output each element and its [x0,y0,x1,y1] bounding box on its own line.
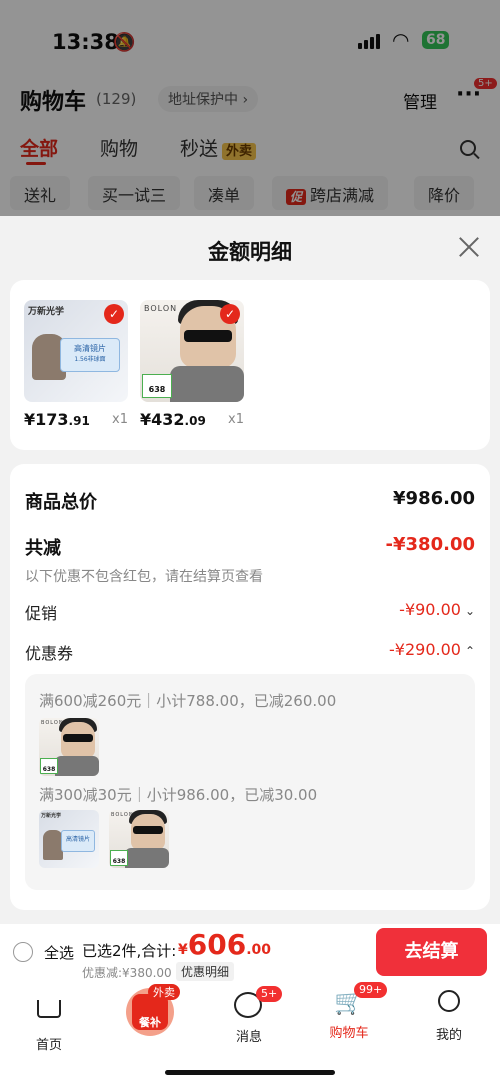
coupon-line: 满300减30元｜小计986.00，已减30.00 [39,786,318,804]
selected-check-icon[interactable]: ✓ [220,304,240,324]
more-badge: 5+ [474,78,497,89]
product-thumbnail: BOLON 638 [109,810,169,868]
product-price: ¥432.09 [140,410,206,429]
filter-chips: 送礼 买一试三 凑单 促跨店满减 降价 [10,176,500,212]
brand-logo: BOLON [144,304,178,313]
coupon-value: -¥290.00 [389,640,461,659]
status-bar: 13:38 🔕 ◠ 68 [0,22,500,62]
price-tag: 638 [142,374,172,398]
promo-tag: 促 [286,189,307,205]
reduce-note: 以下优惠不包含红包，请在结算页查看 [25,569,263,585]
select-all-checkbox[interactable] [13,942,33,962]
product-qty: x1 [228,412,244,427]
sheet-title: 金额明细 [208,240,292,264]
reduce-label: 共减 [25,538,61,559]
home-icon [34,1000,64,1030]
profile-icon [434,990,464,1020]
takeout-tag: 外卖 [222,143,257,160]
brand-logo: 万新光学 [28,307,65,317]
nav-me-label: 我的 [435,1028,462,1043]
message-icon: 5+ [234,986,283,1022]
total-row: 商品总价 ¥986.00 [25,488,475,514]
manage-button[interactable]: 管理 [403,88,437,113]
product-price: ¥173.91 [24,410,90,429]
tab-instant[interactable]: 秒送 外卖 [180,134,257,161]
cart-icon: 🛒 99+ [334,982,388,1018]
tab-indicator [26,162,46,165]
product-image: BOLON 638 ✓ [140,300,244,402]
checkout-bar: 全选 已选2件,合计: ¥606.00 优惠减:¥380.00 优惠明细 去结算 [0,924,500,982]
promo-row[interactable]: 促销 -¥90.00 ⌄ [25,600,475,624]
tab-all[interactable]: 全部 [20,134,58,161]
product-image: 万新光学 高清镜片 1.56非球面 ✓ [24,300,128,402]
product-qty: x1 [112,412,128,427]
total-label: 商品总价 [25,492,97,513]
tab-instant-label: 秒送 [180,138,219,160]
close-icon[interactable] [458,236,480,258]
messages-badge: 5+ [256,986,283,1002]
nav-cart-label: 购物车 [329,1026,369,1041]
filter-chip[interactable]: 买一试三 [88,176,181,210]
select-all-label[interactable]: 全选 [44,942,74,963]
nav-me[interactable]: 我的 [414,988,484,1043]
nav-messages-label: 消息 [235,1030,262,1045]
discount-text: 优惠减:¥380.00 [82,966,172,980]
tab-shopping[interactable]: 购物 [100,134,138,161]
discount-detail-button[interactable]: 优惠明细 [176,962,235,981]
selected-check-icon[interactable]: ✓ [104,304,124,324]
total-amount: ¥606.00 [178,928,272,961]
background-page: 13:38 🔕 ◠ 68 购物车 (129) 地址保护中 › 管理 ··· 5+… [0,0,500,216]
coupon-row[interactable]: 优惠券 -¥290.00 ⌃ [25,640,475,664]
more-icon[interactable]: ··· [456,82,481,107]
bell-muted-icon: 🔕 [113,32,136,53]
product-item[interactable]: BOLON 638 ✓ ¥432.09 x1 [140,300,244,429]
total-value: ¥986.00 [393,488,475,509]
coupon-line: 满600减260元｜小计788.00，已减260.00 [39,692,337,710]
signal-icon [358,34,380,49]
battery-icon: 68 [422,31,450,49]
nav-messages[interactable]: 5+ 消息 [214,986,284,1045]
search-icon[interactable] [460,140,476,156]
product-item[interactable]: 万新光学 高清镜片 1.56非球面 ✓ ¥173.91 x1 [24,300,128,429]
selected-info: 已选2件,合计: [82,942,177,960]
coupon-details: 满600减260元｜小计788.00，已减260.00 BOLON 638 满3… [25,674,475,890]
reduce-row: 共减 -¥380.00 以下优惠不包含红包，请在结算页查看 [25,534,475,586]
filter-chip[interactable]: 送礼 [10,176,71,210]
nav-home[interactable]: 首页 [14,988,84,1053]
coupon-label: 优惠券 [25,644,74,663]
takeout-badge: 外卖 [148,984,180,1000]
filter-chip[interactable]: 降价 [414,176,475,210]
checkout-button[interactable]: 去结算 [376,928,487,976]
filter-chip[interactable]: 凑单 [194,176,255,210]
wifi-icon: ◠ [392,28,410,52]
nav-cart[interactable]: 🛒 99+ 购物车 [314,982,388,1041]
nav-home-label: 首页 [35,1038,62,1053]
promo-label: 促销 [25,604,58,623]
home-indicator [165,1070,335,1075]
page-title: 购物车 [20,90,87,115]
cart-count: (129) [96,90,137,108]
chevron-down-icon: ⌄ [464,604,475,618]
cart-header: 购物车 (129) 地址保护中 › 管理 ··· 5+ [20,78,497,116]
cart-badge: 99+ [354,982,388,998]
status-time: 13:38 [52,30,119,54]
product-thumbnail: BOLON 638 [39,718,99,776]
product-thumbnail: 万新光学 高清镜片 [39,810,99,868]
amount-detail-sheet: 金额明细 万新光学 高清镜片 1.56非球面 ✓ ¥173.91 x1 BOLON… [0,216,500,924]
promo-value: -¥90.00 [399,600,461,619]
reduce-value: -¥380.00 [385,534,475,555]
address-protection-button[interactable]: 地址保护中 › [158,86,259,112]
selected-products-card: 万新光学 高清镜片 1.56非球面 ✓ ¥173.91 x1 BOLON 638 … [10,280,490,450]
price-summary-card: 商品总价 ¥986.00 共减 -¥380.00 以下优惠不包含红包，请在结算页… [10,464,490,910]
chevron-up-icon: ⌃ [464,644,475,658]
cart-tabs: 全部 购物 秒送 外卖 [20,134,480,165]
filter-chip-label: 跨店满减 [310,186,375,205]
lens-box: 高清镜片 1.56非球面 [60,338,120,372]
filter-chip[interactable]: 促跨店满减 [272,176,389,210]
